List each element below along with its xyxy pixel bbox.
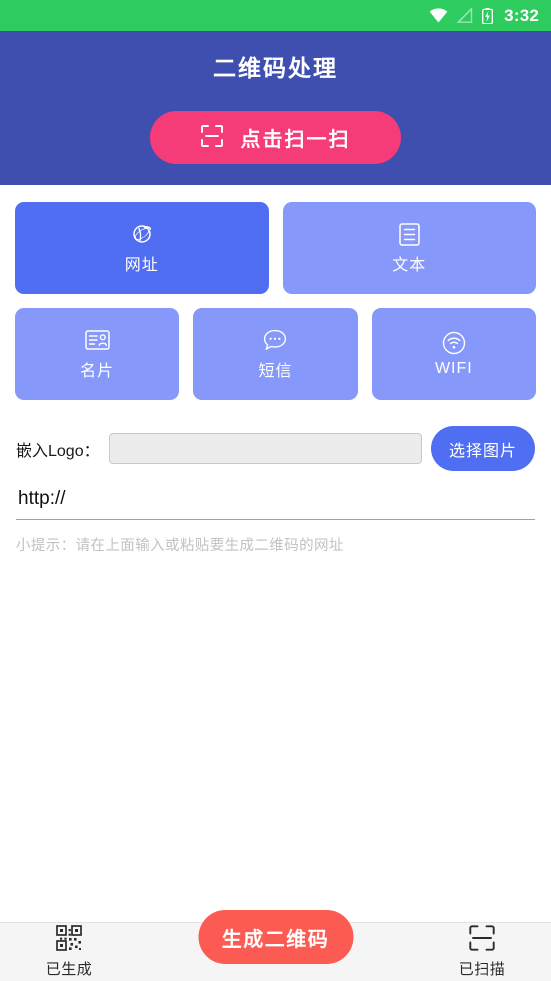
bottom-navigation: 已生成 生成二维码 已扫描 <box>0 910 551 981</box>
business-card-icon <box>84 327 110 353</box>
qrcode-icon <box>56 925 82 956</box>
url-field-wrap <box>0 483 551 520</box>
embed-logo-input[interactable] <box>108 433 422 464</box>
generate-qrcode-button[interactable]: 生成二维码 <box>198 910 353 964</box>
wifi-circle-icon <box>442 330 466 356</box>
qr-type-row-1: 网址 文本 <box>15 202 536 294</box>
page-title: 二维码处理 <box>213 55 338 81</box>
qr-type-sms-label: 短信 <box>258 363 293 380</box>
pick-image-button[interactable]: 选择图片 <box>430 426 535 471</box>
signal-off-icon <box>457 8 473 23</box>
app-header: 二维码处理 点击扫一扫 <box>0 31 551 185</box>
battery-charging-icon <box>482 7 494 24</box>
qr-type-sms[interactable]: 短信 <box>193 308 358 400</box>
qr-type-selector: 网址 文本 名片 短信 WIFI <box>0 185 551 400</box>
tab-generated-label: 已生成 <box>45 961 93 978</box>
qr-type-row-2: 名片 短信 WIFI <box>15 308 536 400</box>
app-root: 3:32 二维码处理 点击扫一扫 网址 文本 名片 短信 WIFI 嵌入Logo… <box>0 0 551 981</box>
qr-type-businesscard-label: 名片 <box>80 363 115 380</box>
embed-logo-row: 嵌入Logo： 选择图片 <box>0 426 551 471</box>
tab-generated[interactable]: 已生成 <box>28 925 110 979</box>
qr-type-text-label: 文本 <box>392 257 427 274</box>
qr-type-wifi-label: WIFI <box>434 360 473 377</box>
scan-frame-icon <box>200 125 223 150</box>
wifi-icon <box>429 8 448 23</box>
status-bar: 3:32 <box>0 0 551 31</box>
scan-button-label: 点击扫一扫 <box>240 129 351 151</box>
tab-scanned-label: 已扫描 <box>458 961 506 978</box>
globe-link-icon <box>130 221 154 247</box>
sms-bubble-icon <box>263 327 287 353</box>
qr-type-url[interactable]: 网址 <box>15 202 269 294</box>
qr-type-url-label: 网址 <box>124 257 159 274</box>
scan-button[interactable]: 点击扫一扫 <box>150 111 401 164</box>
url-input[interactable] <box>16 483 535 520</box>
qr-type-text[interactable]: 文本 <box>282 202 536 294</box>
tab-scanned[interactable]: 已扫描 <box>441 925 523 979</box>
embed-logo-label: 嵌入Logo： <box>16 442 100 460</box>
hint-text: 小提示：请在上面输入或粘贴要生成二维码的网址 <box>16 538 344 554</box>
document-text-icon <box>399 221 420 247</box>
status-time: 3:32 <box>504 5 539 25</box>
scan-line-icon <box>469 925 495 956</box>
qr-type-wifi[interactable]: WIFI <box>371 308 536 400</box>
qr-type-businesscard[interactable]: 名片 <box>15 308 180 400</box>
